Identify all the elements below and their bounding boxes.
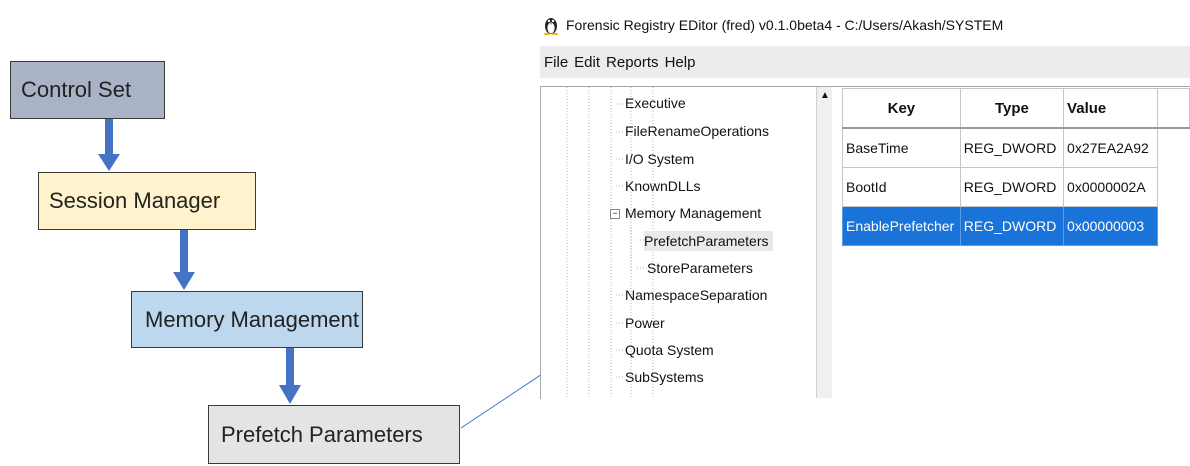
tree-item-storeparameters[interactable]: StoreParameters: [647, 258, 753, 278]
window-title-bar: Forensic Registry EDitor (fred) v0.1.0be…: [542, 12, 1003, 38]
column-header-key[interactable]: Key: [842, 88, 961, 129]
registry-tree: Executive FileRenameOperations I/O Syste…: [540, 86, 833, 399]
cell-key: BaseTime: [842, 127, 961, 168]
arrow-memory-to-prefetch: [279, 348, 301, 404]
cell-key: EnablePrefetcher: [842, 206, 961, 246]
tree-item-memory-management[interactable]: Memory Management: [625, 203, 761, 223]
registry-values-table: Key Type Value BaseTime REG_DWORD 0x27EA…: [842, 88, 1190, 246]
table-header-row: Key Type Value: [842, 88, 1190, 129]
arrow-control-to-session: [98, 119, 120, 171]
column-header-type[interactable]: Type: [959, 88, 1065, 129]
cell-type: REG_DWORD: [959, 127, 1065, 168]
tree-item-knowndlls[interactable]: KnownDLLs: [625, 176, 701, 196]
tree-item-io-system[interactable]: I/O System: [625, 149, 694, 169]
menu-edit[interactable]: Edit: [571, 54, 603, 71]
tree-item-executive[interactable]: Executive: [625, 93, 686, 113]
scroll-up-arrow-icon[interactable]: ▲: [817, 87, 833, 104]
tree-item-power[interactable]: Power: [625, 313, 665, 333]
table-row[interactable]: BootId REG_DWORD 0x0000002A: [842, 167, 1190, 207]
cell-key: BootId: [842, 167, 961, 207]
menu-file[interactable]: File: [540, 54, 571, 71]
table-row[interactable]: BaseTime REG_DWORD 0x27EA2A92: [842, 127, 1190, 168]
cell-value: 0x0000002A: [1063, 167, 1159, 207]
table-row-selected[interactable]: EnablePrefetcher REG_DWORD 0x00000003: [842, 206, 1190, 246]
cell-type: REG_DWORD: [959, 167, 1065, 207]
tree-item-filerenameoperations[interactable]: FileRenameOperations: [625, 121, 769, 141]
cell-value: 0x00000003: [1063, 206, 1159, 246]
column-header-value[interactable]: Value: [1063, 88, 1159, 129]
tree-item-namespaceseparation[interactable]: NamespaceSeparation: [625, 285, 767, 305]
column-header-spacer: [1157, 88, 1190, 129]
linux-tux-icon: [544, 18, 558, 35]
cell-type: REG_DWORD: [959, 206, 1065, 246]
menu-bar: File Edit Reports Help: [540, 46, 1190, 78]
menu-help[interactable]: Help: [662, 54, 699, 71]
tree-item-subsystems[interactable]: SubSystems: [625, 367, 704, 387]
tree-item-prefetchparameters[interactable]: PrefetchParameters: [644, 231, 773, 251]
menu-reports[interactable]: Reports: [603, 54, 662, 71]
collapse-toggle-icon[interactable]: −: [610, 209, 620, 219]
cell-value: 0x27EA2A92: [1063, 127, 1159, 168]
arrow-session-to-memory: [173, 230, 195, 290]
tree-scrollbar[interactable]: ▲: [816, 87, 833, 398]
window-title: Forensic Registry EDitor (fred) v0.1.0be…: [566, 17, 1004, 33]
tree-item-quota-system[interactable]: Quota System: [625, 340, 714, 360]
